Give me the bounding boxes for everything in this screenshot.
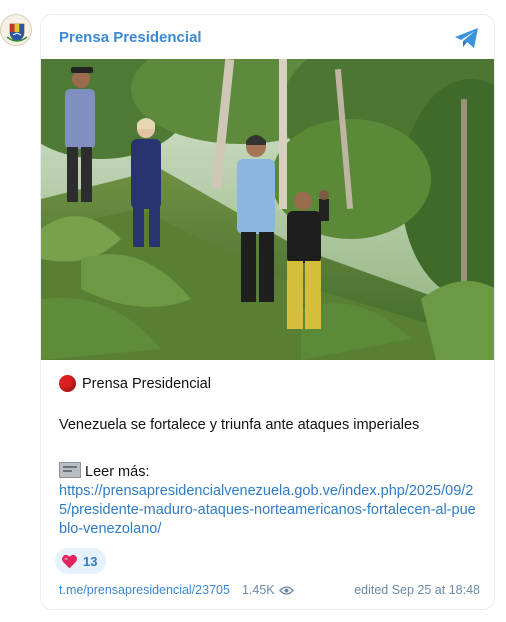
heart-icon [62,554,77,568]
photo-outdoor-scene [41,59,494,360]
read-more-block: Leer más: https://prensapresidencialvene… [59,462,480,539]
red-circle-icon [59,375,76,392]
eye-icon [278,585,294,595]
article-link[interactable]: https://prensapresidencialvenezuela.gob.… [59,482,480,539]
telegram-icon[interactable] [454,27,480,49]
read-more-label: Leer más: [85,464,150,480]
channel-name[interactable]: Prensa Presidencial [59,29,202,46]
reaction-heart[interactable]: 13 [55,548,107,574]
channel-avatar[interactable] [0,14,32,46]
newspaper-icon [59,462,81,478]
sender-name: Prensa Presidencial [82,375,211,392]
view-count: 1.45K [241,583,275,597]
post-photo[interactable] [41,59,494,360]
edited-timestamp: edited Sep 25 at 18:48 [354,583,480,597]
post-permalink[interactable]: t.me/prensapresidencial/23705 [59,583,230,597]
post-headline: Venezuela se fortalece y triunfa ante at… [59,417,420,433]
reaction-count: 13 [83,553,98,569]
post-sender: Prensa Presidencial [59,375,480,392]
post-footer: t.me/prensapresidencial/23705 1.45K edit… [59,583,480,597]
post-card: Prensa Presidencial Prensa Presidencial … [40,14,495,610]
venezuela-coat-of-arms-icon [2,16,31,45]
